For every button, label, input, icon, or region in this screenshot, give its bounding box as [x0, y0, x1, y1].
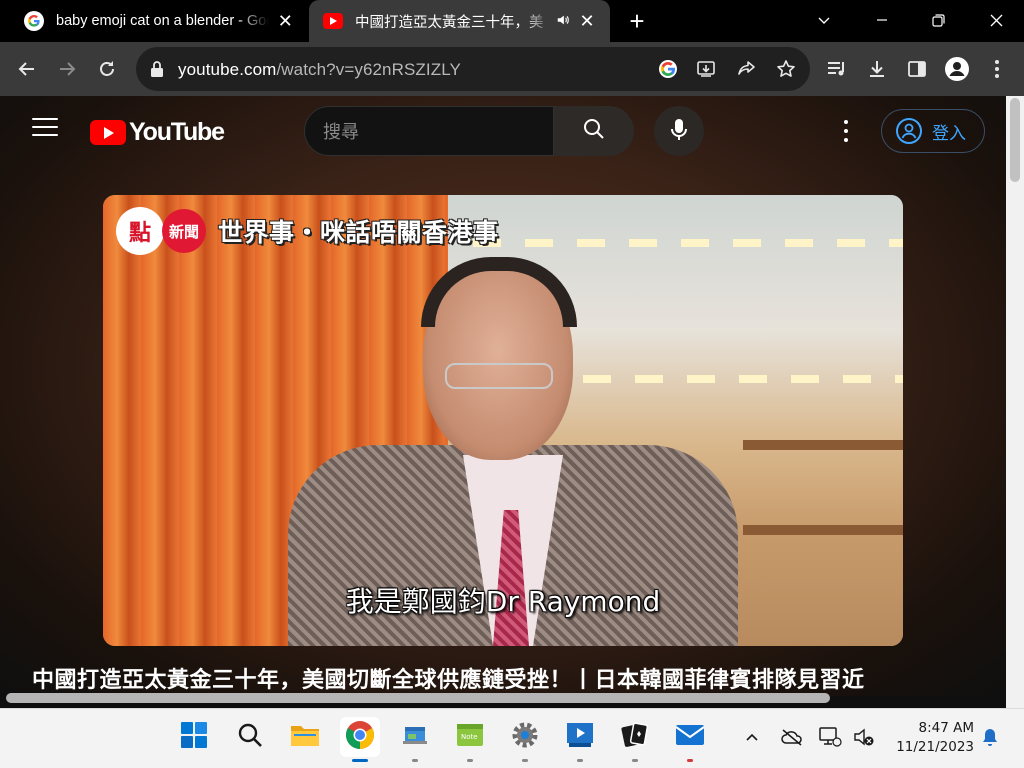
forward-arrow-icon[interactable]: [52, 54, 82, 84]
volume-muted-icon[interactable]: [852, 725, 876, 749]
tab-title: 中國打造亞太黃金三十年，美: [355, 14, 544, 31]
horizontal-scrollbar-thumb[interactable]: [6, 693, 830, 703]
notification-bell-icon[interactable]: [978, 725, 1002, 749]
back-arrow-icon[interactable]: [12, 54, 42, 84]
video-player[interactable]: 點 新聞 世界事‧咪話唔關香港事 我是鄭國鈞Dr Raymond: [103, 195, 903, 646]
presenter-glasses: [445, 363, 553, 389]
tab-title: baby emoji cat on a blender - Goo: [56, 13, 269, 29]
search-button[interactable]: [554, 106, 634, 156]
shelf: [743, 440, 903, 450]
ceiling-lights: [473, 239, 903, 247]
channel-logo-2: 新聞: [162, 209, 206, 253]
minimize-icon[interactable]: [854, 0, 910, 40]
notepad-taskbar-button[interactable]: Note: [450, 717, 490, 762]
video-subtitle: 我是鄭國鈞Dr Raymond: [345, 585, 661, 618]
youtube-icon: [323, 13, 343, 29]
voice-search-button[interactable]: [654, 106, 704, 156]
close-window-icon[interactable]: [968, 0, 1024, 40]
channel-logos: 點 新聞: [116, 207, 206, 255]
solitaire-taskbar-button[interactable]: [615, 717, 655, 762]
chrome-menu-kebab-icon[interactable]: [982, 54, 1012, 84]
reload-icon[interactable]: [92, 54, 122, 84]
note-icon: Note: [455, 722, 485, 753]
sign-in-button[interactable]: 登入: [881, 109, 985, 153]
install-app-icon[interactable]: [694, 57, 718, 81]
settings-kebab-icon[interactable]: [836, 118, 856, 144]
windows-logo-icon: [180, 721, 208, 754]
svg-text:Note: Note: [461, 733, 478, 741]
browser-toolbar: youtube.com/watch?v=y62nRSZIZLY: [0, 42, 1024, 96]
media-player-icon: [565, 721, 595, 754]
url-text: youtube.com/watch?v=y62nRSZIZLY: [178, 60, 461, 79]
show-hidden-icons-chevron-icon[interactable]: [740, 725, 764, 749]
start-button[interactable]: [174, 717, 214, 757]
app-window-icon: [402, 724, 428, 751]
settings-taskbar-button[interactable]: [505, 717, 545, 762]
youtube-page: YouTube 登入 點 新聞: [0, 96, 1024, 708]
media-queue-icon[interactable]: [822, 54, 852, 84]
new-tab-plus-icon[interactable]: +: [622, 6, 652, 36]
vertical-scrollbar-track: [1006, 96, 1024, 708]
bookmark-star-icon[interactable]: [774, 57, 798, 81]
network-icon[interactable]: [818, 725, 842, 749]
shelf-lights: [583, 375, 903, 383]
channel-logo-1: 點: [116, 207, 164, 255]
onedrive-offline-icon[interactable]: [780, 725, 804, 749]
clock-time: 8:47 AM: [918, 720, 975, 736]
program-title-overlay: 世界事‧咪話唔關香港事: [218, 218, 499, 247]
search-icon: [237, 722, 263, 753]
search-box: [304, 106, 554, 156]
tab-strip: baby emoji cat on a blender - Goo ✕ 中國打造…: [0, 0, 1024, 42]
chrome-icon: [345, 720, 375, 755]
tab-google-search[interactable]: baby emoji cat on a blender - Goo ✕: [0, 0, 308, 42]
vertical-scrollbar-thumb[interactable]: [1010, 98, 1020, 182]
mail-taskbar-button[interactable]: [670, 717, 710, 762]
app-taskbar-button[interactable]: [395, 717, 435, 762]
system-clock[interactable]: 8:47 AM 11/21/2023: [884, 719, 974, 757]
gear-icon: [510, 720, 540, 755]
folder-icon: [290, 722, 320, 753]
address-bar[interactable]: youtube.com/watch?v=y62nRSZIZLY: [136, 47, 810, 91]
account-circle-icon: [896, 118, 922, 144]
windows-taskbar: Note 8:47 AM 11/21/2023: [0, 708, 1024, 768]
google-lens-icon[interactable]: [656, 57, 680, 81]
search-input[interactable]: [323, 119, 543, 145]
clock-date: 11/21/2023: [896, 739, 974, 755]
youtube-logo[interactable]: YouTube: [90, 118, 225, 147]
shelf: [743, 525, 903, 535]
chrome-taskbar-button[interactable]: [340, 717, 380, 762]
close-tab-icon[interactable]: ✕: [275, 10, 296, 32]
search-icon: [582, 117, 606, 146]
microphone-icon: [669, 117, 689, 146]
tab-search-chevron-icon[interactable]: [796, 0, 852, 40]
profile-avatar-icon[interactable]: [942, 54, 972, 84]
side-panel-icon[interactable]: [902, 54, 932, 84]
google-icon: [24, 11, 44, 31]
downloads-icon[interactable]: [862, 54, 892, 84]
youtube-play-icon: [90, 120, 126, 145]
share-icon[interactable]: [734, 57, 758, 81]
media-player-taskbar-button[interactable]: [560, 717, 600, 762]
tab-youtube-video[interactable]: 中國打造亞太黃金三十年，美 ✕: [309, 0, 610, 42]
close-tab-icon[interactable]: ✕: [576, 10, 598, 32]
restore-icon[interactable]: [910, 0, 966, 40]
lock-icon[interactable]: [150, 60, 166, 78]
speaker-icon[interactable]: [556, 13, 570, 30]
video-title: 中國打造亞太黃金三十年，美國切斷全球供應鏈受挫！丨日本韓國菲律賓排隊見習近: [32, 668, 865, 693]
taskbar-search-button[interactable]: [230, 717, 270, 757]
guide-menu-icon[interactable]: [32, 118, 58, 138]
playing-cards-icon: [620, 721, 650, 754]
file-explorer-button[interactable]: [285, 717, 325, 757]
mail-icon: [675, 723, 705, 752]
